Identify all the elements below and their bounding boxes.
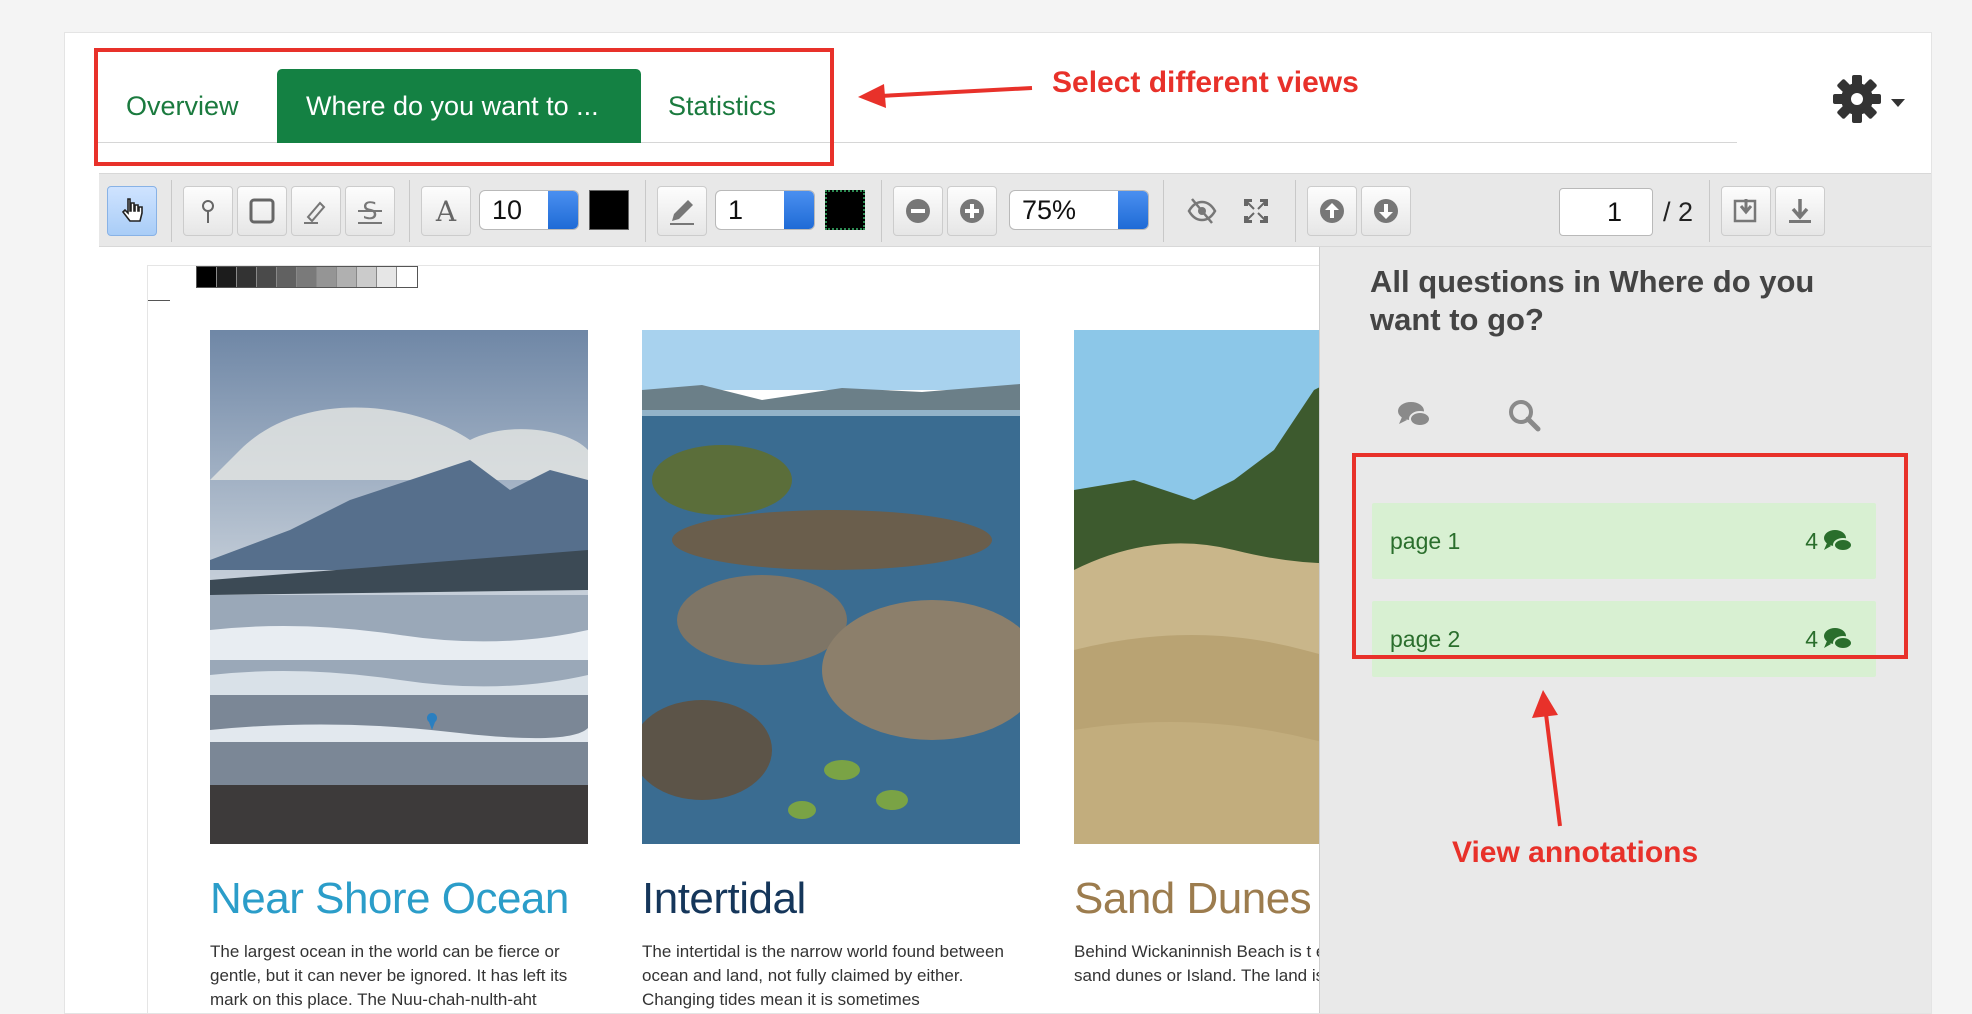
hide-annotations-button[interactable]	[1177, 186, 1227, 236]
comments-icon	[1398, 402, 1431, 427]
draw-button[interactable]	[657, 186, 707, 236]
gear-icon	[1833, 75, 1905, 123]
ocean-photo	[210, 330, 588, 844]
hand-pointer-icon	[121, 198, 143, 222]
font-size-select[interactable]: 10	[479, 190, 579, 230]
strikeout-button[interactable]: S	[345, 186, 395, 236]
toolbar: S A 10 1 75% 1 / 2	[99, 173, 1931, 247]
pencil-icon	[670, 200, 694, 225]
select-arrows-icon	[548, 191, 578, 229]
strikethrough-icon: S	[358, 197, 382, 225]
plus-circle-icon	[960, 199, 984, 223]
text-annotation-button[interactable]: A	[421, 186, 471, 236]
panel-title: All questions in Where do you want to go…	[1370, 264, 1815, 337]
pin-icon	[202, 200, 214, 223]
import-button[interactable]	[1721, 186, 1771, 236]
highlight-button[interactable]	[291, 186, 341, 236]
font-size-value: 10	[492, 195, 523, 225]
text-color-swatch[interactable]	[589, 190, 629, 230]
annotations-highlight-box	[1352, 453, 1908, 659]
zoom-out-button[interactable]	[893, 186, 943, 236]
views-highlight-box	[94, 48, 834, 166]
column-title: Intertidal	[642, 874, 806, 923]
column-title: Near Shore Ocean	[210, 874, 569, 923]
page-number-input[interactable]: 1	[1559, 188, 1653, 236]
search-icon	[1509, 400, 1541, 432]
crop-mark	[148, 300, 170, 301]
column-near-shore-ocean: Near Shore Ocean The largest ocean in th…	[210, 330, 588, 1012]
page-total: / 2	[1663, 197, 1694, 227]
next-page-button[interactable]	[1361, 186, 1411, 236]
zoom-select[interactable]: 75%	[1009, 190, 1149, 230]
previous-page-button[interactable]	[1307, 186, 1357, 236]
arrow-up-circle-icon	[1320, 199, 1344, 223]
zoom-in-button[interactable]	[947, 186, 997, 236]
annotations-callout: View annotations	[1452, 836, 1699, 869]
chevron-down-icon	[1891, 99, 1905, 107]
fullscreen-button[interactable]	[1231, 186, 1281, 236]
eye-slash-icon	[1187, 198, 1217, 224]
zoom-value: 75%	[1022, 195, 1077, 225]
point-annotation-button[interactable]	[183, 186, 233, 236]
column-intertidal: Intertidal The intertidal is the narrow …	[642, 330, 1020, 1012]
svg-text:A: A	[435, 195, 457, 227]
text-icon: A	[435, 195, 457, 227]
grayscale-bar	[196, 266, 418, 288]
column-text: The largest ocean in the world can be fi…	[210, 942, 568, 1009]
import-icon	[1733, 199, 1757, 223]
download-icon	[1789, 199, 1811, 223]
expand-icon	[1244, 199, 1268, 223]
document-page: Near Shore Ocean The largest ocean in th…	[147, 265, 1452, 1013]
download-button[interactable]	[1775, 186, 1825, 236]
line-width-value: 1	[728, 195, 744, 225]
search-button[interactable]	[1506, 397, 1542, 433]
column-text: The intertidal is the narrow world found…	[642, 942, 1004, 1009]
select-arrows-icon	[1118, 191, 1148, 229]
comments-filter-button[interactable]	[1396, 397, 1432, 433]
settings-menu[interactable]	[1833, 63, 1913, 123]
minus-circle-icon	[906, 199, 930, 223]
pan-tool-button[interactable]	[107, 186, 157, 236]
draw-color-swatch[interactable]	[825, 190, 865, 230]
area-annotation-button[interactable]	[237, 186, 287, 236]
line-width-select[interactable]: 1	[715, 190, 815, 230]
intertidal-photo	[642, 330, 1020, 844]
arrow-down-circle-icon	[1374, 199, 1398, 223]
rectangle-icon	[249, 198, 275, 224]
select-arrows-icon	[784, 191, 814, 229]
views-callout: Select different views	[1052, 66, 1359, 99]
highlighter-icon	[304, 201, 326, 224]
